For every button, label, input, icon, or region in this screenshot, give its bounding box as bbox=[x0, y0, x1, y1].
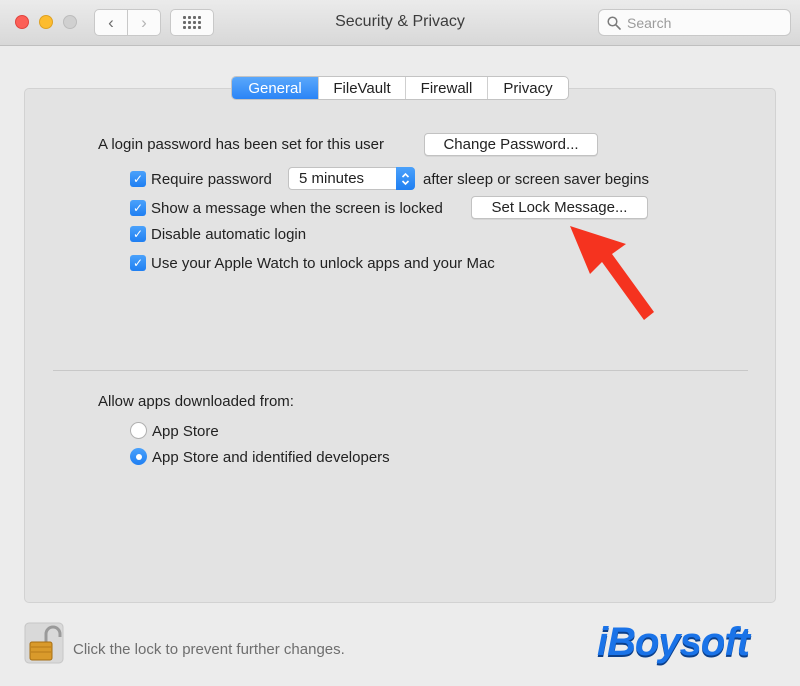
title-bar: ‹ › Security & Privacy bbox=[0, 0, 800, 46]
lock-icon[interactable] bbox=[24, 622, 64, 664]
set-lock-message-button[interactable]: Set Lock Message... bbox=[471, 196, 648, 219]
tab-firewall[interactable]: Firewall bbox=[405, 77, 487, 99]
tab-bar: General FileVault Firewall Privacy bbox=[231, 76, 569, 100]
app-store-label: App Store bbox=[152, 423, 219, 440]
allow-apps-heading: Allow apps downloaded from: bbox=[98, 393, 294, 410]
general-panel bbox=[24, 88, 776, 603]
show-message-checkbox[interactable]: ✓ bbox=[130, 200, 146, 216]
search-field[interactable] bbox=[598, 9, 791, 36]
require-password-label: Require password bbox=[151, 171, 272, 188]
require-password-value: 5 minutes bbox=[299, 170, 365, 187]
red-arrow-icon bbox=[570, 226, 654, 320]
lock-status-text: Click the lock to prevent further change… bbox=[73, 641, 345, 658]
show-message-label: Show a message when the screen is locked bbox=[151, 200, 443, 217]
disable-login-label: Disable automatic login bbox=[151, 226, 307, 243]
disable-login-checkbox[interactable]: ✓ bbox=[130, 226, 146, 242]
require-password-suffix: after sleep or screen saver begins bbox=[423, 171, 649, 188]
apple-watch-label: Use your Apple Watch to unlock apps and … bbox=[151, 255, 495, 272]
tab-privacy[interactable]: Privacy bbox=[487, 77, 568, 99]
identified-developers-label: App Store and identified developers bbox=[152, 449, 390, 466]
login-password-text: A login password has been set for this u… bbox=[98, 136, 384, 153]
iboysoft-watermark: iBoysoft bbox=[597, 620, 750, 664]
change-password-button[interactable]: Change Password... bbox=[424, 133, 598, 156]
require-password-select[interactable]: 5 minutes bbox=[288, 167, 415, 190]
require-password-checkbox[interactable]: ✓ bbox=[130, 171, 146, 187]
app-store-radio[interactable] bbox=[130, 422, 147, 439]
tab-filevault[interactable]: FileVault bbox=[318, 77, 405, 99]
apple-watch-checkbox[interactable]: ✓ bbox=[130, 255, 146, 271]
search-input[interactable] bbox=[625, 12, 789, 34]
search-icon bbox=[607, 16, 621, 30]
identified-developers-radio[interactable] bbox=[130, 448, 147, 465]
tab-general[interactable]: General bbox=[232, 77, 318, 99]
section-divider bbox=[53, 370, 748, 371]
stepper-arrows-icon bbox=[396, 167, 415, 190]
